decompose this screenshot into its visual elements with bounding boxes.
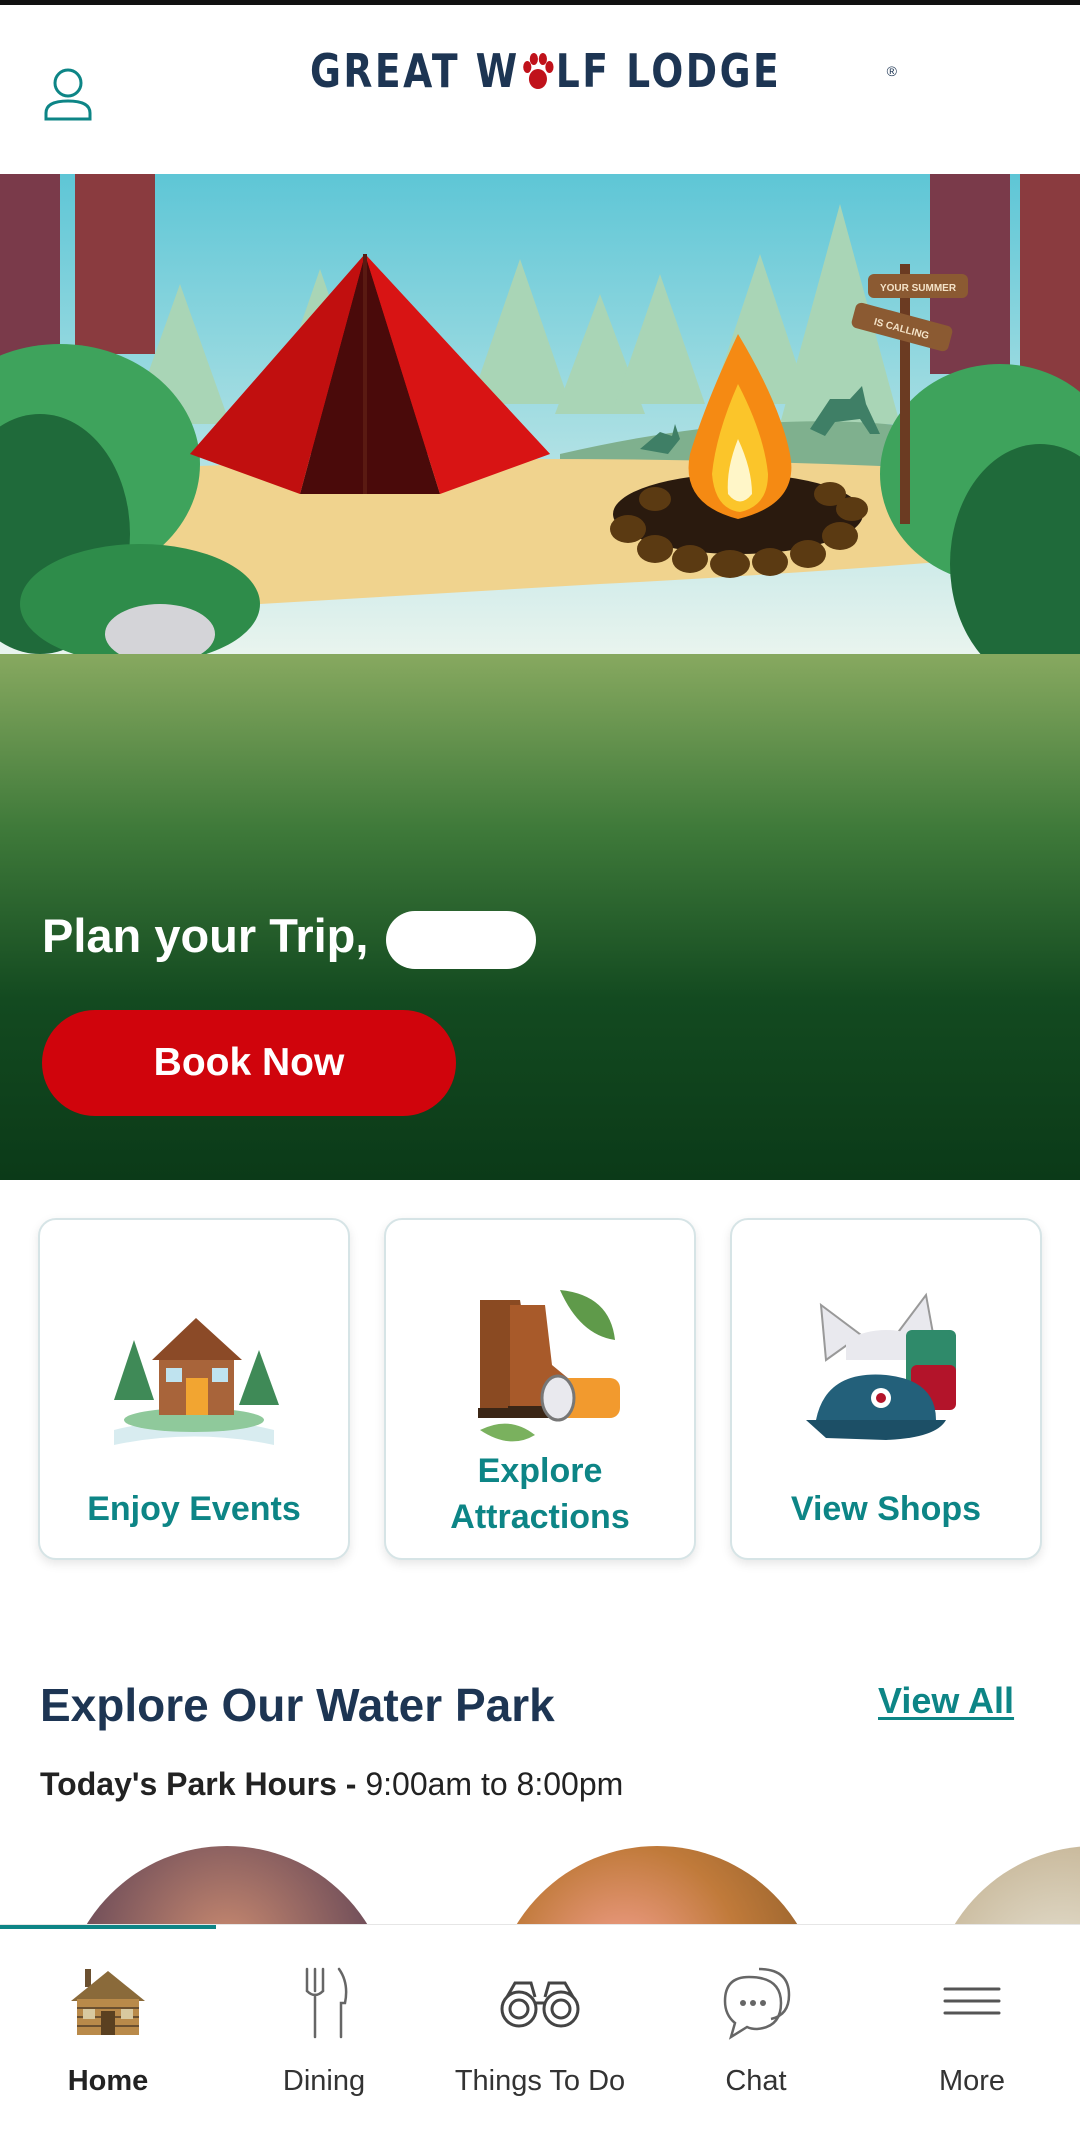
- view-shops-label: View Shops: [790, 1490, 982, 1528]
- tab-things-to-do[interactable]: Things To Do: [432, 1925, 648, 2134]
- explore-attractions-label: Explore Attractions: [386, 1448, 694, 1540]
- park-hours-label: Today's Park Hours -: [40, 1766, 366, 1802]
- enjoy-events-card[interactable]: Enjoy Events: [38, 1218, 350, 1560]
- water-park-carousel: [0, 1846, 1080, 1926]
- tab-chat-label: Chat: [725, 2065, 787, 2097]
- explore-attractions-card[interactable]: Explore Attractions: [384, 1218, 696, 1560]
- account-button[interactable]: [38, 63, 98, 127]
- hero-banner: YOUR SUMMER IS CALLING Plan your Trip, B…: [0, 174, 1080, 1180]
- sign-text-line-1: YOUR SUMMER: [880, 283, 957, 294]
- carousel-image-1[interactable]: [62, 1846, 392, 1926]
- chat-bubbles-icon: [723, 1967, 791, 2040]
- fork-knife-icon: [305, 1967, 348, 2039]
- tab-more-label: More: [938, 2065, 1006, 2097]
- carousel-image-2[interactable]: [492, 1846, 822, 1926]
- logo-registered-mark: ®: [886, 63, 897, 79]
- wolf-ears-cap-mug-icon: [806, 1292, 956, 1440]
- explore-attractions-label-line-2: Attractions: [450, 1498, 630, 1536]
- explore-attractions-label-line-1: Explore: [477, 1452, 603, 1490]
- campsite-illustration: YOUR SUMMER IS CALLING: [0, 174, 1080, 654]
- tab-things-to-do-label: Things To Do: [454, 2065, 626, 2097]
- tab-dining-label: Dining: [282, 2065, 366, 2097]
- park-hours-value: 9:00am to 8:00pm: [365, 1766, 624, 1802]
- view-shops-card[interactable]: View Shops: [730, 1218, 1042, 1560]
- cabin-book-icon: [114, 1318, 279, 1445]
- cabin-icon: [71, 1969, 145, 2035]
- tab-home[interactable]: Home: [0, 1925, 216, 2134]
- redacted-name: [385, 910, 536, 969]
- book-now-button[interactable]: Book Now: [42, 1010, 456, 1116]
- greeting-label: Plan your Trip,: [42, 909, 382, 962]
- logo-text-part-2: LF LODGE: [555, 44, 782, 98]
- quick-links: Enjoy Events Explore Attractions View Sh…: [38, 1218, 1042, 1560]
- binoculars-icon: [500, 1981, 580, 2028]
- great-wolf-lodge-logo: GREAT W LF LODGE ®: [310, 39, 897, 103]
- top-bar: GREAT W LF LODGE ®: [0, 0, 1080, 174]
- greeting-text: Plan your Trip,: [42, 908, 536, 969]
- tab-more[interactable]: More: [864, 1925, 1080, 2134]
- enjoy-events-label: Enjoy Events: [87, 1490, 301, 1528]
- hamburger-menu-icon: [943, 1987, 1001, 2015]
- tab-home-label: Home: [67, 2065, 149, 2097]
- view-all-link[interactable]: View All: [878, 1680, 1014, 1722]
- hiking-boots-icon: [478, 1290, 620, 1442]
- tab-chat[interactable]: Chat: [648, 1925, 864, 2134]
- user-outline-icon: [44, 68, 92, 121]
- bottom-tab-bar: Home Dining Things To Do Chat More: [0, 1924, 1080, 2134]
- park-hours: Today's Park Hours - 9:00am to 8:00pm: [40, 1766, 623, 1803]
- carousel-image-3[interactable]: [930, 1846, 1080, 1926]
- paw-print-icon: [523, 53, 554, 89]
- tab-dining[interactable]: Dining: [216, 1925, 432, 2134]
- water-park-title: Explore Our Water Park: [40, 1679, 555, 1731]
- logo-text-part-1: GREAT W: [310, 44, 520, 98]
